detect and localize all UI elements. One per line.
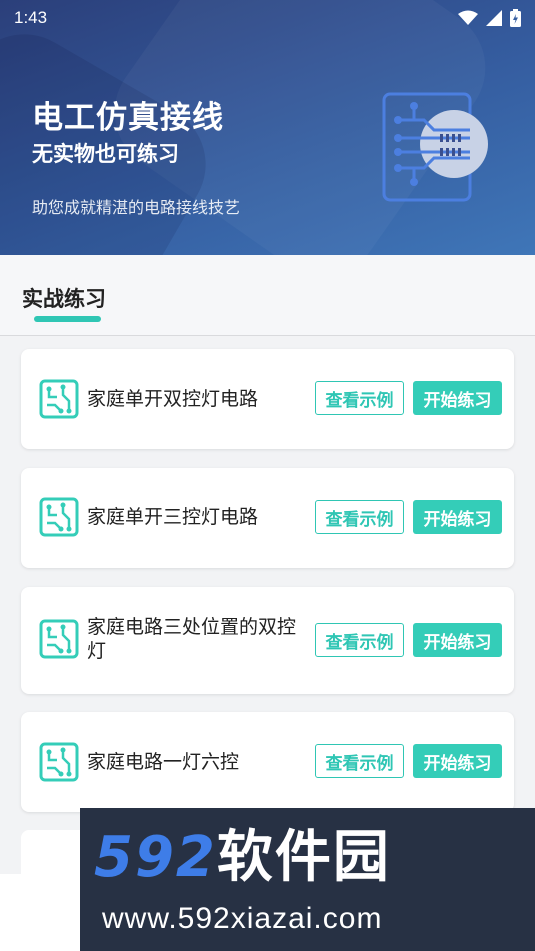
- status-time: 1:43: [14, 8, 48, 27]
- exercise-card: 家庭电路一灯六控 查看示例 开始练习: [21, 712, 514, 812]
- battery-icon: [510, 9, 521, 27]
- watermark: 592软件园 www.592xiazai.com: [80, 808, 535, 951]
- hero-title: 电工仿真接线: [32, 100, 224, 136]
- start-practice-button[interactable]: 开始练习: [413, 500, 502, 534]
- start-practice-button[interactable]: 开始练习: [413, 744, 502, 778]
- hero-description: 助您成就精湛的电路接线技艺: [32, 198, 241, 217]
- view-example-button[interactable]: 查看示例: [315, 500, 404, 534]
- view-example-button[interactable]: 查看示例: [315, 623, 404, 657]
- view-example-button[interactable]: 查看示例: [315, 744, 404, 778]
- tab-indicator: [34, 316, 101, 322]
- circuit-board-icon: [39, 742, 79, 782]
- watermark-brand-number: 592: [94, 825, 217, 890]
- circuit-board-icon: [39, 379, 79, 419]
- watermark-brand: 592软件园: [94, 826, 391, 890]
- hero-subtitle: 无实物也可练习: [32, 142, 179, 166]
- status-bar: 1:43: [0, 0, 535, 36]
- exercise-title: 家庭单开双控灯电路: [87, 388, 259, 410]
- view-example-button[interactable]: 查看示例: [315, 381, 404, 415]
- exercise-card: 家庭单开双控灯电路 查看示例 开始练习: [21, 349, 514, 449]
- exercise-title: 家庭电路三处位置的双控灯: [87, 616, 297, 662]
- signal-icon: [486, 10, 502, 26]
- start-practice-button[interactable]: 开始练习: [413, 623, 502, 657]
- watermark-brand-name: 软件园: [216, 825, 391, 890]
- exercise-title: 家庭单开三控灯电路: [87, 506, 259, 528]
- start-practice-button[interactable]: 开始练习: [413, 381, 502, 415]
- hero-banner: 1:43 电工仿真接线 无实物也可练习 助您成就精湛的电路接线技艺: [0, 0, 535, 255]
- watermark-url: www.592xiazai.com: [102, 902, 383, 935]
- section-header: 实战练习: [0, 255, 535, 336]
- exercise-title: 家庭电路一灯六控: [87, 751, 240, 773]
- exercise-card-partial: [21, 830, 81, 874]
- circuit-board-icon: [39, 619, 79, 659]
- exercise-card: 家庭电路三处位置的双控灯 查看示例 开始练习: [21, 587, 514, 694]
- tab-practice[interactable]: 实战练习: [22, 283, 106, 313]
- circuit-chip-icon: [382, 92, 488, 202]
- circuit-board-icon: [39, 497, 79, 537]
- status-icons: [458, 9, 521, 27]
- wifi-icon: [458, 10, 478, 25]
- exercise-card: 家庭单开三控灯电路 查看示例 开始练习: [21, 468, 514, 568]
